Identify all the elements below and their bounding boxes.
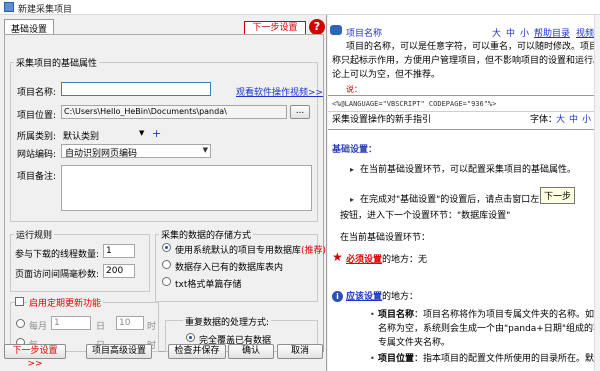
storage-title: 采集的数据的存储方式 bbox=[159, 228, 254, 241]
cancel-button[interactable]: 取消 bbox=[277, 344, 323, 359]
schedule-radio-monthly[interactable] bbox=[16, 319, 25, 328]
optional-line: 应该设置的地方： bbox=[346, 292, 419, 302]
help-toolbar: 大 中 小 帮助目录 视频 bbox=[328, 15, 600, 39]
storage-option-default: 使用系统默认的项目专用数据库(推荐) bbox=[175, 246, 327, 256]
advanced-settings-button[interactable]: 项目高级设置 bbox=[86, 344, 152, 359]
run-rules-group bbox=[10, 234, 150, 292]
help-panel: 项目名称 大 中 小 帮助目录 视频 项目的名称，可以是任意字符，可以重名，可以… bbox=[328, 15, 600, 371]
required-line: 必须设置的地方：无 bbox=[346, 255, 428, 265]
threads-label: 参与下载的线程数量: bbox=[15, 250, 100, 260]
guide-title: 采集设置操作的新手指引 bbox=[332, 115, 432, 125]
bullet-arrow-icon: ▸ bbox=[350, 195, 355, 204]
project-name-input[interactable] bbox=[61, 82, 211, 96]
item2-line-1: 项目位置：指本项目的配置文件所使用的目录所在。默认 bbox=[378, 354, 600, 364]
encoding-value: 自动识别网页编码 bbox=[65, 149, 138, 159]
help-icon[interactable]: ? bbox=[309, 19, 325, 35]
window-title: 新建采集项目 bbox=[18, 5, 73, 15]
next-step-button[interactable]: 下一步设置>> bbox=[4, 344, 66, 369]
category-select[interactable]: 默认类别 ▼ bbox=[63, 129, 145, 142]
guide-font-medium[interactable]: 中 bbox=[569, 113, 578, 127]
storage-radio-default[interactable] bbox=[162, 243, 171, 252]
basic-properties-title: 采集项目的基础属性 bbox=[14, 56, 100, 69]
chevron-down-icon: ▼ bbox=[139, 129, 145, 137]
schedule-hour-select[interactable]: 10 bbox=[116, 316, 144, 330]
guide-divider bbox=[328, 111, 600, 112]
category-label: 所属类别: bbox=[17, 132, 57, 142]
storage-option-existing-table: 数据存入已有的数据库表内 bbox=[175, 263, 284, 273]
schedule-monthly-label: 每月 bbox=[29, 322, 48, 332]
guide-para-2b: 按钮，进入下一个设置环节："数据库设置" bbox=[340, 211, 511, 221]
chevron-down-icon: ▼ bbox=[202, 146, 208, 154]
help-line-3: 论上可以为空，但不推荐。 bbox=[332, 70, 441, 80]
project-location-input[interactable]: C:\Users\Hello_HeBin\Documents\panda\ bbox=[61, 105, 287, 119]
storage-radio-existing-table[interactable] bbox=[162, 260, 171, 269]
storage-option-txt: txt格式单篇存储 bbox=[175, 280, 242, 290]
guide-para-2a: 在完成对"基础设置"的设置后，请点击窗口左下的 bbox=[360, 195, 558, 205]
help-divider bbox=[328, 95, 600, 96]
schedule-day-select[interactable]: 1 bbox=[51, 316, 91, 330]
check-save-button[interactable]: 检查并保存 bbox=[168, 344, 226, 359]
guide-font-large[interactable]: 大 bbox=[556, 113, 565, 127]
watch-video-link[interactable]: 观看软件操作视频>> bbox=[236, 85, 323, 98]
guide-font-label: 字体： bbox=[530, 115, 558, 125]
code-line: <%@LANGUAGE="VBSCRIPT" CODEPAGE="936"%> bbox=[332, 100, 497, 108]
item1-line-3: 专属文件夹名称。 bbox=[378, 338, 451, 348]
tab-basic-settings[interactable]: 基础设置 bbox=[4, 19, 55, 35]
ok-button[interactable]: 确认 bbox=[228, 344, 274, 359]
schedule-day-unit: 日 bbox=[96, 322, 106, 332]
encoding-label: 网站编码: bbox=[17, 150, 57, 160]
guide-para-1: 在当前基础设置环节，可以配置采集项目的基础属性。 bbox=[360, 165, 577, 175]
item1-line-1: 项目名称：项目名称将作为项目专属文件夹的名称。如果项目 bbox=[378, 310, 600, 320]
guide-divider-2 bbox=[328, 129, 600, 130]
font-small-link[interactable]: 小 bbox=[520, 26, 529, 39]
bullet-dot-icon: • bbox=[370, 310, 375, 319]
project-name-label: 项目名称: bbox=[17, 88, 57, 98]
project-location-label: 项目位置: bbox=[17, 111, 57, 121]
bullet-dot-icon: • bbox=[370, 354, 375, 363]
section-basic-heading: 基础设置： bbox=[332, 145, 378, 155]
help-scrollbar[interactable] bbox=[594, 15, 600, 371]
encoding-select[interactable]: 自动识别网页编码 ▼ bbox=[61, 144, 211, 159]
required-star-icon: ★ bbox=[332, 250, 343, 264]
help-line-2: 称只起标示作用，方便用户管理项目，但不影响项目的设置和运行。理 bbox=[332, 56, 600, 66]
next-step-top-button[interactable]: 下一步设置>> bbox=[244, 21, 306, 45]
help-contents-link[interactable]: 帮助目录 bbox=[534, 26, 570, 39]
duplicate-radio-overwrite[interactable] bbox=[186, 333, 195, 342]
storage-radio-txt[interactable] bbox=[162, 277, 171, 286]
duplicate-title: 重复数据的处理方式: bbox=[183, 315, 272, 328]
help-line-1: 项目的名称，可以是任意字符，可以重名，可以随时修改。项目名 bbox=[346, 42, 600, 52]
item1-line-2: 名称为空，系统则会生成一个由"panda+日期"组成的项目 bbox=[378, 324, 600, 334]
interval-label: 页面访问间隔毫秒数: bbox=[15, 270, 100, 280]
schedule-hour-unit: 时 bbox=[147, 322, 157, 332]
window-titlebar: 新建采集项目 bbox=[0, 0, 600, 15]
guide-font-small[interactable]: 小 bbox=[582, 113, 591, 127]
category-value: 默认类别 bbox=[63, 132, 100, 142]
threads-input[interactable]: 1 bbox=[103, 244, 135, 258]
note-label: 项目备注: bbox=[17, 172, 57, 182]
next-step-tooltip: 下一步 bbox=[540, 187, 576, 204]
guide-para-3: 在当前基础设置环节： bbox=[340, 233, 431, 243]
app-icon bbox=[4, 2, 14, 12]
run-rules-title: 运行规则 bbox=[14, 228, 55, 241]
browse-button[interactable]: ... bbox=[290, 105, 310, 119]
font-large-link[interactable]: 大 bbox=[492, 26, 501, 39]
bullet-arrow-icon: ▸ bbox=[350, 165, 355, 174]
video-link[interactable]: 视频 bbox=[576, 26, 594, 39]
font-medium-link[interactable]: 中 bbox=[506, 26, 515, 39]
note-textarea[interactable] bbox=[61, 165, 312, 211]
add-category-button[interactable]: + bbox=[152, 127, 161, 140]
schedule-checkbox[interactable] bbox=[15, 297, 24, 306]
settings-panel: 基础设置 下一步设置>> ? 采集项目的基础属性 项目名称: 观看软件操作视频>… bbox=[0, 15, 327, 371]
basic-settings-pane: 采集项目的基础属性 项目名称: 观看软件操作视频>> 项目位置: C:\User… bbox=[4, 34, 327, 356]
schedule-title: 启用定期更新功能 bbox=[27, 296, 104, 309]
info-icon: i bbox=[332, 291, 343, 302]
interval-input[interactable]: 200 bbox=[103, 264, 135, 278]
